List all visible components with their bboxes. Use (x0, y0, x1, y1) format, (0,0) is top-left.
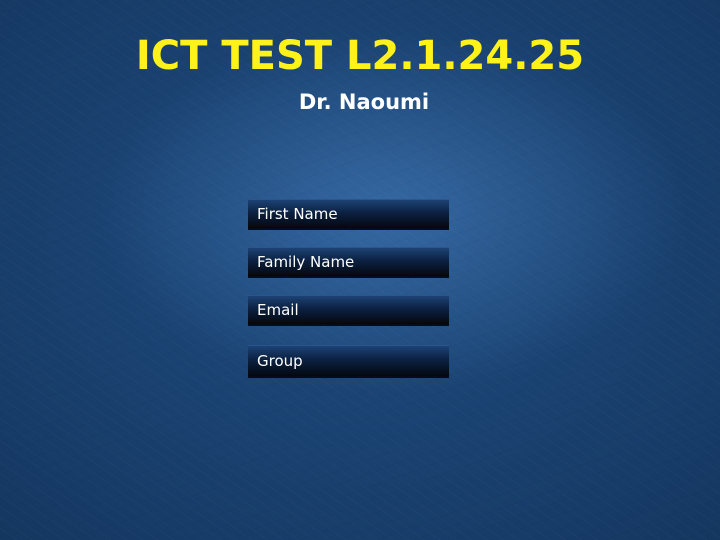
first-name-field[interactable] (248, 199, 449, 230)
group-field[interactable] (248, 345, 449, 378)
email-field[interactable] (248, 295, 449, 326)
family-name-field[interactable] (248, 247, 449, 278)
page-title: ICT TEST L2.1.24.25 (135, 33, 585, 79)
page-subtitle: Dr. Naoumi (298, 90, 430, 114)
registration-form (248, 199, 449, 378)
